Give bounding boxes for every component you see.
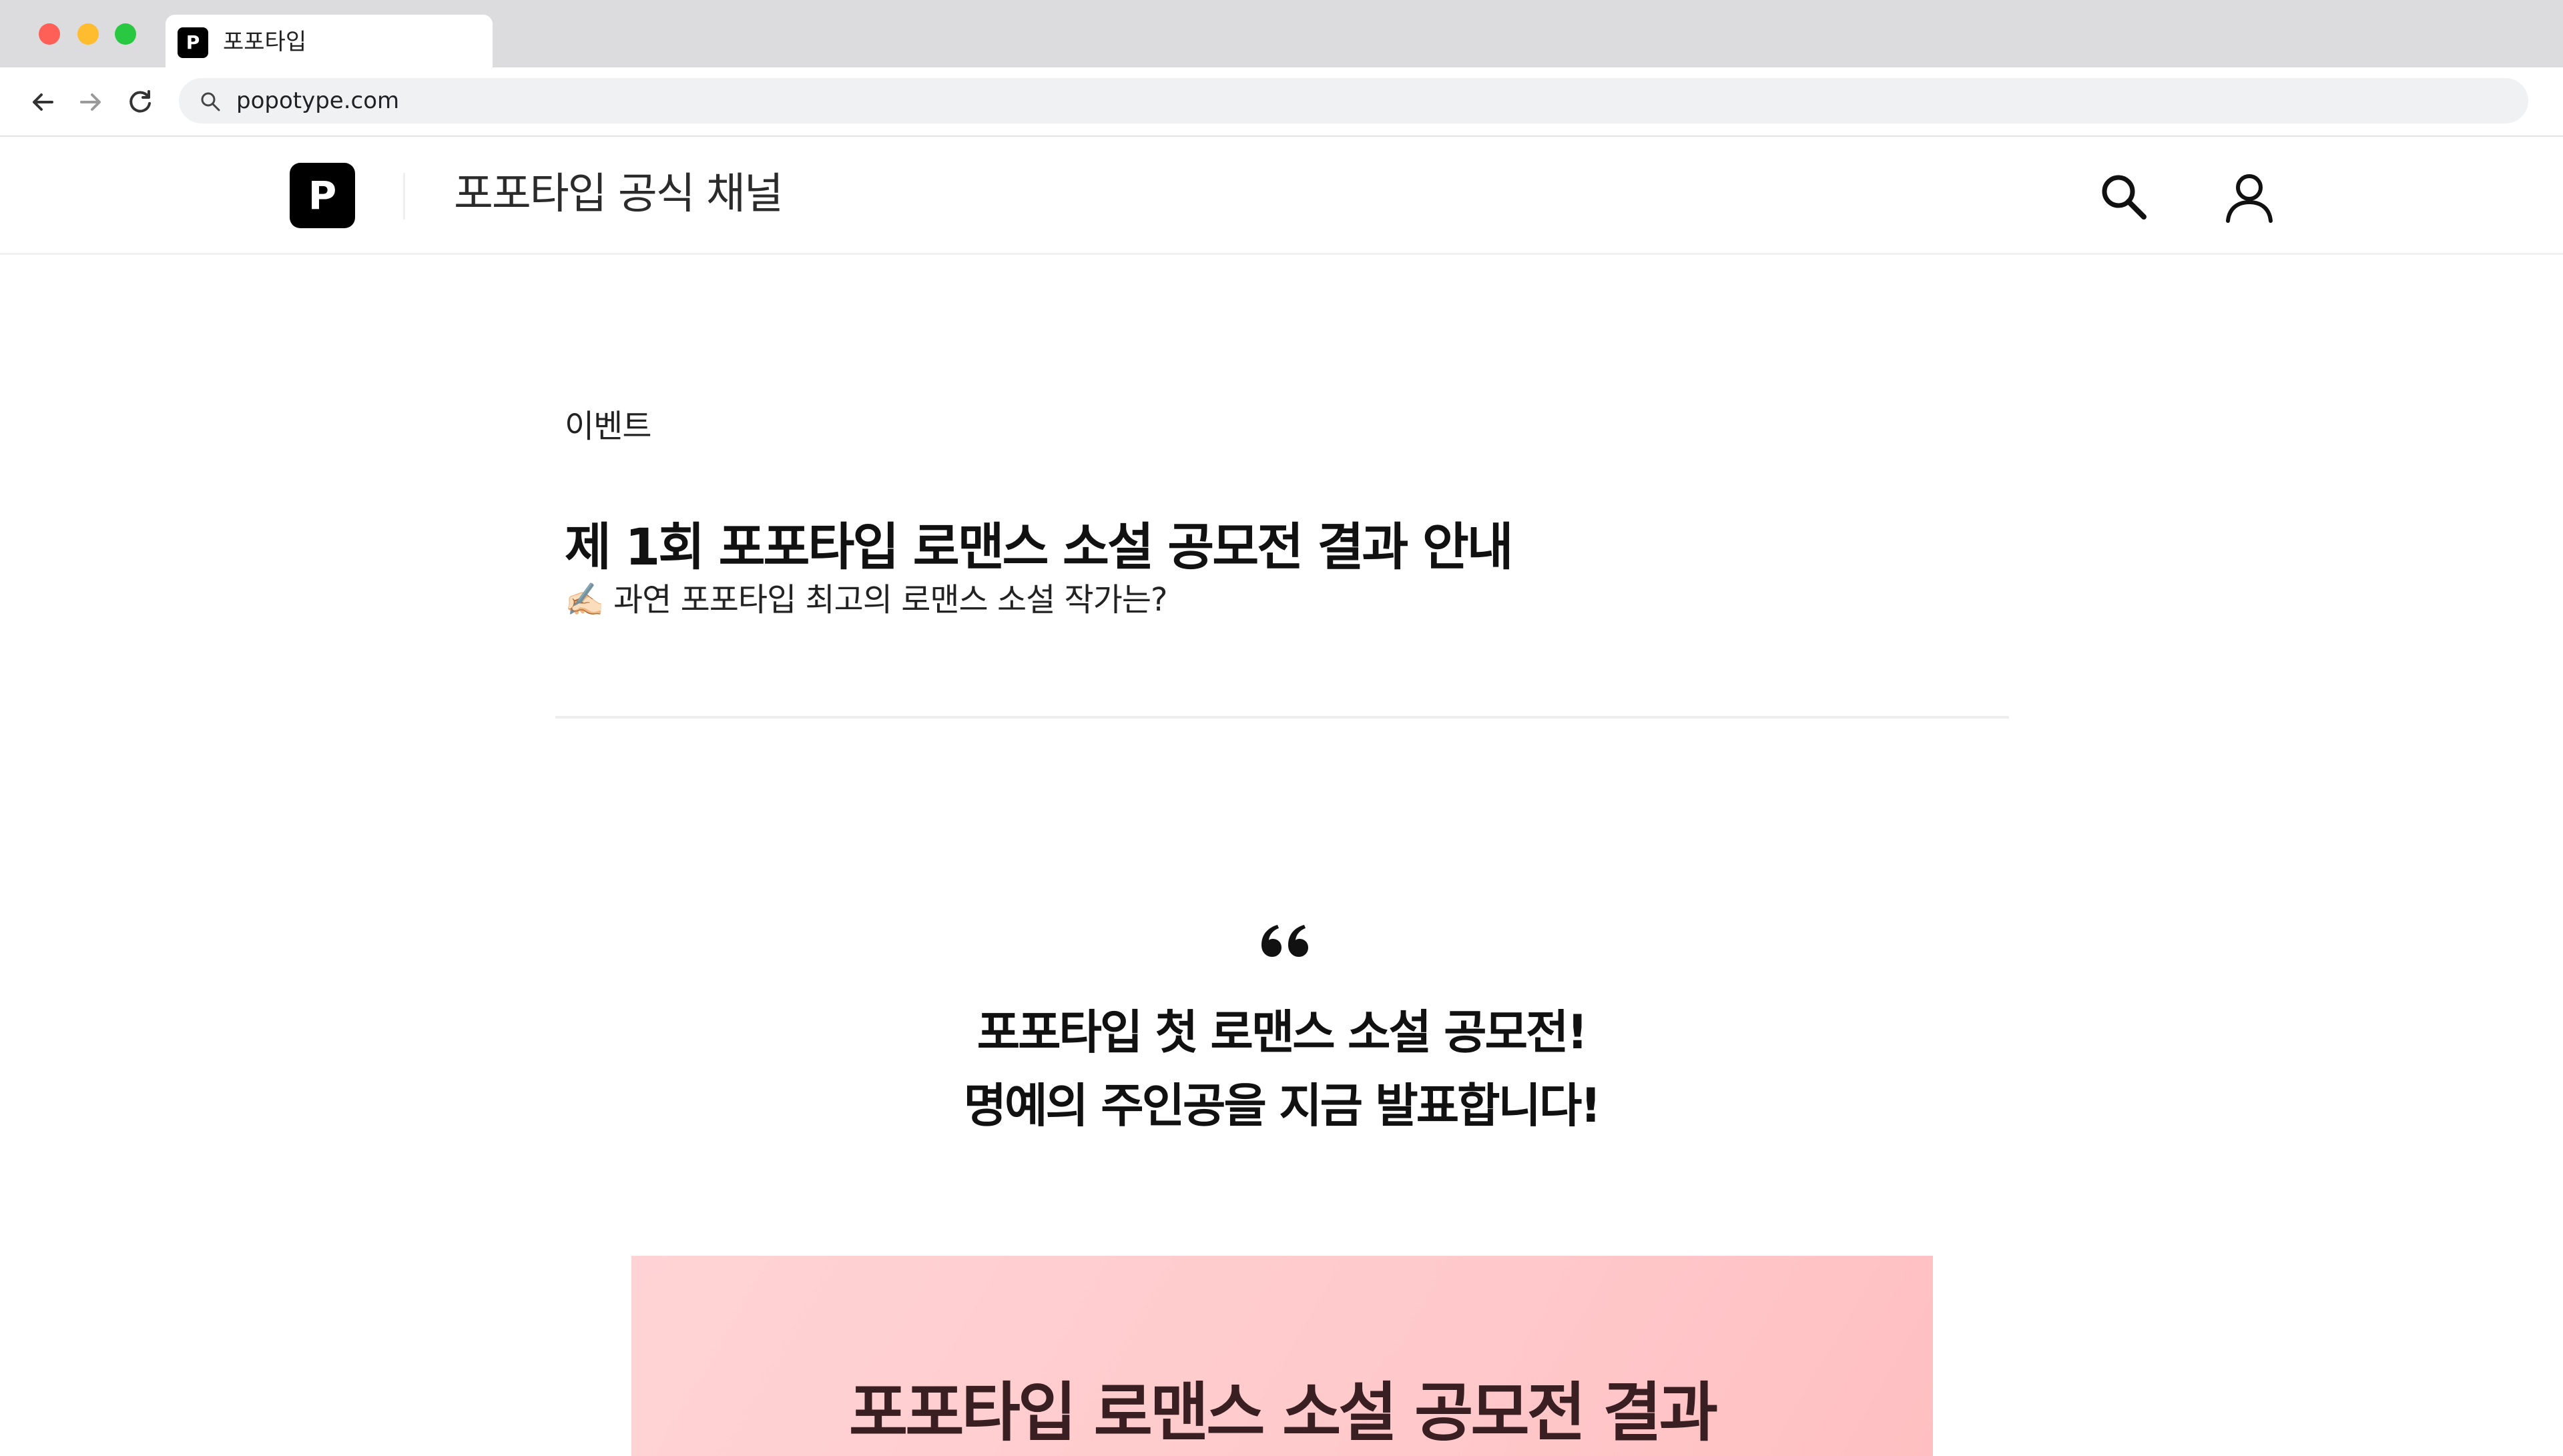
banner-title: 포포타입 로맨스 소설 공모전 결과 xyxy=(848,1375,1718,1450)
header-divider xyxy=(403,173,405,220)
url-text: popotype.com xyxy=(236,87,400,114)
forward-arrow-icon[interactable] xyxy=(75,86,107,118)
url-field[interactable]: popotype.com xyxy=(179,78,2528,123)
user-icon[interactable] xyxy=(2221,169,2277,225)
channel-title[interactable]: 포포타입 공식 채널 xyxy=(454,161,784,228)
search-icon[interactable] xyxy=(2096,169,2152,225)
quote-line-2: 명예의 주인공을 지금 발표합니다! xyxy=(963,1078,1602,1133)
window-minimize-button[interactable] xyxy=(77,23,99,45)
event-banner-image: 포포타입 로맨스 소설 공모전 결과 xyxy=(631,1256,1933,1456)
article-title: 제 1회 포포타입 로맨스 소설 공모전 결과 안내 xyxy=(565,517,1514,577)
tab-title: 포포타입 xyxy=(223,29,307,55)
site-header: P 포포타입 공식 채널 xyxy=(0,137,2563,255)
browser-address-bar: popotype.com xyxy=(0,67,2563,137)
browser-tab-active[interactable]: P 포포타입 xyxy=(166,15,493,67)
window-maximize-button[interactable] xyxy=(115,23,136,45)
site-logo[interactable]: P xyxy=(290,163,355,228)
search-icon xyxy=(201,92,220,111)
favicon-icon: P xyxy=(178,27,208,58)
browser-tab-bar: P 포포타입 xyxy=(0,0,2563,67)
reload-icon[interactable] xyxy=(124,86,156,118)
article-category[interactable]: 이벤트 xyxy=(565,403,651,450)
article-divider xyxy=(555,716,2009,719)
quote-text: 포포타입 첫 로맨스 소설 공모전! 명예의 주인공을 지금 발표합니다! xyxy=(614,996,1949,1142)
window-close-button[interactable] xyxy=(39,23,60,45)
quote-line-1: 포포타입 첫 로맨스 소설 공모전! xyxy=(976,1005,1589,1060)
article-subtitle: ✍🏻 과연 포포타입 최고의 로맨스 소설 작가는? xyxy=(565,581,1168,619)
back-arrow-icon[interactable] xyxy=(27,86,59,118)
quote-icon xyxy=(1261,925,1308,957)
